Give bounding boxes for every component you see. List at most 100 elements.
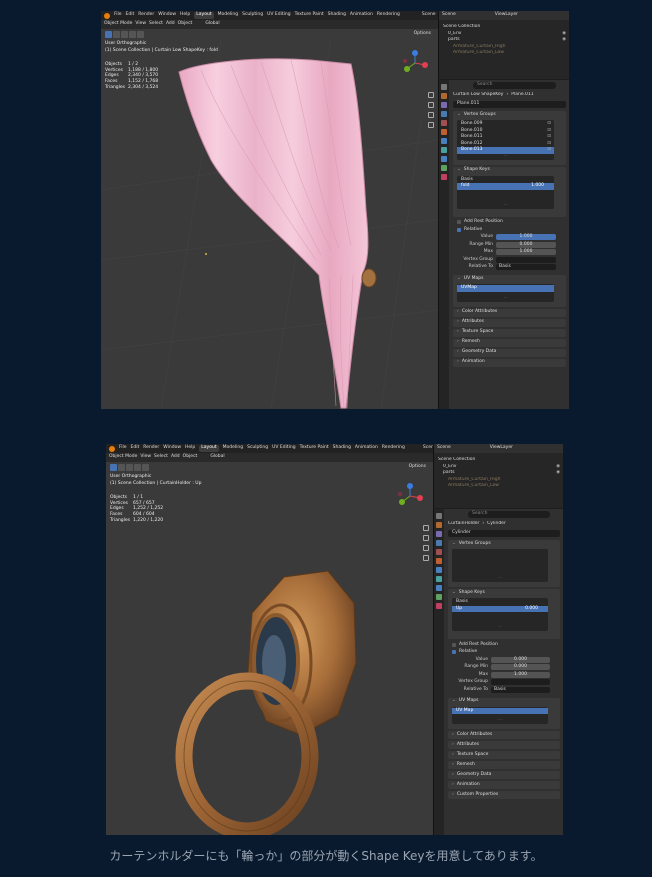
menu-render[interactable]: Render [143,446,159,451]
uv-maps-header[interactable]: ⌄ UV Maps [448,698,560,706]
scene-tab-icon[interactable] [441,120,447,126]
menu-edit[interactable]: Edit [131,446,140,451]
orientation-selector[interactable]: Global [205,22,219,27]
3d-viewport[interactable]: Object Mode View Select Add Object Globa… [101,20,438,409]
camera-icon[interactable] [428,112,434,118]
resize-handle[interactable]: ⋯ [457,202,554,208]
tool-tab-icon[interactable] [436,513,442,519]
view-menu[interactable]: View [135,22,146,27]
grid-icon[interactable] [428,122,434,128]
view-layer-tab-icon[interactable] [441,111,447,117]
render-tab-icon[interactable] [436,522,442,528]
resize-handle[interactable]: ⋯ [452,625,548,630]
add-rest-position-row[interactable]: Add Rest Position [448,641,560,649]
object-menu[interactable]: Object [183,455,198,460]
view-layer-tab-icon[interactable] [436,540,442,546]
vertex-group-field[interactable] [496,256,556,263]
collapsed-panel[interactable]: › Color Attributes [453,308,566,317]
navigation-gizmo[interactable] [402,50,428,76]
object-tab-icon[interactable] [441,129,447,135]
relative-row[interactable]: Relative [448,649,560,657]
modifier-tab-icon[interactable] [436,567,442,573]
collapsed-panel[interactable]: › Attributes [448,741,560,749]
collapsed-panel[interactable]: › Custom Properties [448,791,560,799]
relative-to-field[interactable]: Basis [491,686,550,693]
view-menu[interactable]: View [140,455,151,460]
menu-edit[interactable]: Edit [126,13,135,18]
tab-rendering[interactable]: Rendering [382,446,405,451]
relative-row[interactable]: Relative [453,226,566,234]
tab-sculpting[interactable]: Sculpting [242,13,263,18]
select-box-icon[interactable] [110,464,117,471]
uv-maps-header[interactable]: ⌄ UV Maps [453,275,566,283]
add-rest-checkbox[interactable] [452,642,456,647]
object-tab-icon[interactable] [436,558,442,564]
menu-render[interactable]: Render [138,13,154,18]
lock-icon[interactable]: ⊡ [547,141,551,147]
mesh-name-field[interactable]: Plane.011 [453,101,566,108]
mesh-data-tab-icon[interactable] [441,165,447,171]
select-subtract-icon[interactable] [126,464,133,471]
tab-rendering[interactable]: Rendering [377,13,400,18]
vertex-group-field[interactable] [491,679,550,686]
orientation-selector[interactable]: Global [210,455,224,460]
modifier-tab-icon[interactable] [441,138,447,144]
menu-window[interactable]: Window [163,446,181,451]
tab-uv-editing[interactable]: UV Editing [272,446,295,451]
mesh-name-field[interactable]: Cylinder [448,530,560,537]
tab-sculpting[interactable]: Sculpting [247,446,268,451]
select-invert-icon[interactable] [129,31,136,38]
max-field[interactable]: 1.000 [496,249,556,256]
tab-animation[interactable]: Animation [350,13,373,18]
relative-to-field[interactable]: Basis [496,264,556,271]
navigation-gizmo[interactable] [397,483,423,509]
tool-tab-icon[interactable] [441,84,447,90]
value-slider[interactable]: 1.000 [496,234,556,241]
tab-texture-paint[interactable]: Texture Paint [295,13,324,18]
tab-animation[interactable]: Animation [355,446,378,451]
outliner-armature-low[interactable]: Armature_Curtain_Low [439,50,569,57]
select-subtract-icon[interactable] [121,31,128,38]
lock-icon[interactable]: ⊡ [547,121,551,127]
range-min-field[interactable]: 0.000 [491,664,550,671]
material-tab-icon[interactable] [436,603,442,609]
zoom-icon[interactable] [423,525,429,531]
menu-help[interactable]: Help [185,446,195,451]
collapsed-panel[interactable]: › Texture Space [453,328,566,337]
lock-icon[interactable]: ⊡ [547,147,551,153]
add-rest-checkbox[interactable] [457,220,461,225]
vertex-groups-header[interactable]: ⌄ Vertex Groups [453,111,566,119]
tab-texture-paint[interactable]: Texture Paint [300,446,329,451]
output-tab-icon[interactable] [441,102,447,108]
resize-handle[interactable]: ⋯ [457,295,554,301]
scene-selector[interactable]: Scene [422,13,436,18]
add-menu[interactable]: Add [171,455,180,460]
relative-checkbox[interactable] [452,650,456,655]
physics-tab-icon[interactable] [441,156,447,162]
material-tab-icon[interactable] [441,174,447,180]
resize-handle[interactable]: ⋯ [457,153,554,159]
collapsed-panel[interactable]: › Animation [453,358,566,367]
particles-tab-icon[interactable] [436,576,442,582]
3d-viewport[interactable]: Object Mode View Select Add Object Globa… [106,453,433,835]
tab-layout[interactable]: Layout [199,445,219,452]
physics-tab-icon[interactable] [436,585,442,591]
select-invert-icon[interactable] [134,464,141,471]
menu-window[interactable]: Window [158,13,176,18]
relative-checkbox[interactable] [457,227,461,232]
resize-handle[interactable]: ⋯ [452,718,548,723]
mode-selector[interactable]: Object Mode [109,455,137,460]
tab-modeling[interactable]: Modeling [218,13,238,18]
shape-keys-header[interactable]: ⌄ Shape Keys [448,589,560,597]
grid-icon[interactable] [423,555,429,561]
collapsed-panel[interactable]: › Remesh [453,338,566,347]
lock-icon[interactable]: ⊡ [547,134,551,140]
collapsed-panel[interactable]: › Color Attributes [448,731,560,739]
lock-icon[interactable]: ⊡ [547,128,551,134]
tab-modeling[interactable]: Modeling [223,446,243,451]
tab-shading[interactable]: Shading [328,13,346,18]
collapsed-panel[interactable]: › Texture Space [448,751,560,759]
visibility-eye-icon[interactable]: ◉ [562,37,566,43]
collapsed-panel[interactable]: › Geometry Data [453,348,566,357]
visibility-eye-icon[interactable]: ◉ [556,470,560,476]
